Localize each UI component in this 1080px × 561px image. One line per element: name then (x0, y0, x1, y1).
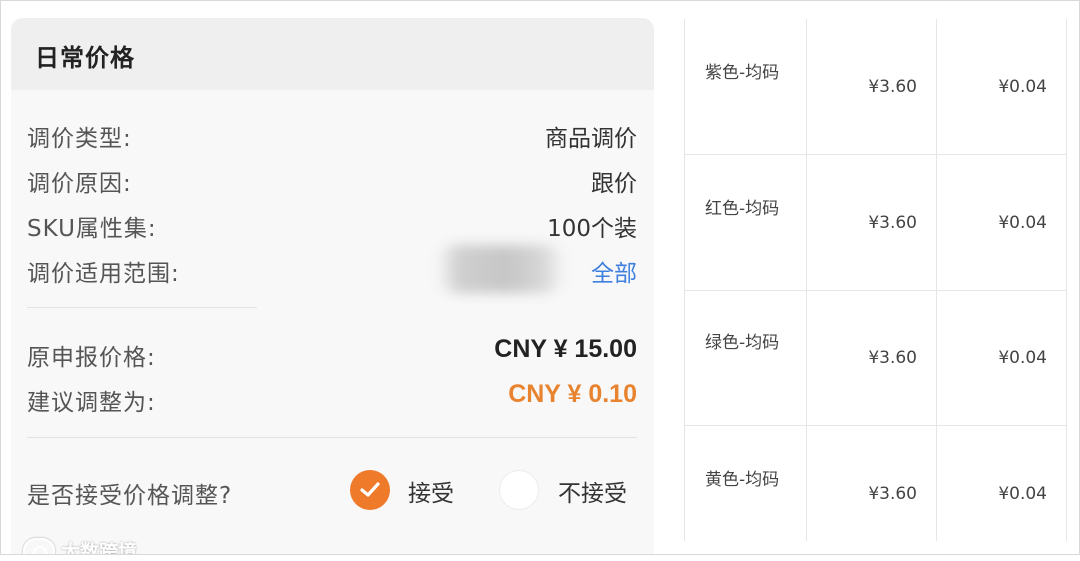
adjust-reason-label: 调价原因: (27, 171, 132, 197)
table-row: 红色-均码 ¥3.60 ¥0.04 (685, 155, 1066, 290)
variant-cell: 绿色-均码 (705, 333, 780, 353)
adjust-reason-value: 跟价 (591, 171, 637, 197)
price-cell: ¥3.60 (868, 213, 917, 233)
diff-cell: ¥0.04 (998, 213, 1047, 233)
screenshot-frame: 日常价格 调价类型: 商品调价 调价原因: 跟价 SKU属性集: 100个装 调… (0, 0, 1080, 555)
daily-price-panel: 日常价格 调价类型: 商品调价 调价原因: 跟价 SKU属性集: 100个装 调… (11, 18, 654, 554)
section-divider (27, 307, 257, 308)
reject-option-label[interactable]: 不接受 (558, 474, 627, 508)
sku-attribute-value: 100个装 (547, 216, 637, 242)
price-cell: ¥3.60 (868, 484, 917, 504)
watermark-text: 大数跨境 (61, 541, 138, 554)
price-cell: ¥3.60 (868, 348, 917, 368)
reject-radio-unselected[interactable] (499, 470, 539, 510)
sku-price-table: 紫色-均码 ¥3.60 ¥0.04 红色-均码 ¥3.60 ¥0.04 绿色-均… (684, 19, 1067, 541)
adjust-scope-label: 调价适用范围: (27, 261, 180, 287)
checkmark-icon (360, 482, 380, 497)
adjust-type-label: 调价类型: (27, 126, 132, 152)
brand-watermark: 大数跨境 (23, 537, 137, 554)
panel-title: 日常价格 (35, 44, 135, 72)
brand-logo-icon (23, 537, 55, 554)
accept-radio-selected[interactable] (350, 470, 390, 510)
table-row: 紫色-均码 ¥3.60 ¥0.04 (685, 19, 1066, 154)
variant-cell: 黄色-均码 (705, 470, 780, 490)
variant-cell: 红色-均码 (705, 199, 780, 219)
suggested-price-label: 建议调整为: (27, 390, 156, 416)
section-divider (27, 437, 637, 438)
variant-cell: 紫色-均码 (705, 63, 780, 83)
accept-question-label: 是否接受价格调整? (27, 483, 233, 509)
accept-option-label[interactable]: 接受 (408, 474, 454, 508)
adjust-scope-link[interactable]: 全部 (591, 254, 637, 288)
diff-cell: ¥0.04 (998, 348, 1047, 368)
blurred-redaction (436, 245, 566, 293)
diff-cell: ¥0.04 (998, 77, 1047, 97)
original-price-value: CNY ¥ 15.00 (494, 335, 637, 363)
sku-attribute-label: SKU属性集: (27, 216, 157, 242)
diff-cell: ¥0.04 (998, 484, 1047, 504)
table-row: 绿色-均码 ¥3.60 ¥0.04 (685, 291, 1066, 426)
table-row: 黄色-均码 ¥3.60 ¥0.04 (685, 426, 1066, 561)
suggested-price-value: CNY ¥ 0.10 (508, 380, 637, 408)
adjust-type-value: 商品调价 (545, 126, 637, 152)
price-cell: ¥3.60 (868, 77, 917, 97)
original-price-label: 原申报价格: (27, 345, 156, 371)
panel-header: 日常价格 (11, 18, 654, 90)
